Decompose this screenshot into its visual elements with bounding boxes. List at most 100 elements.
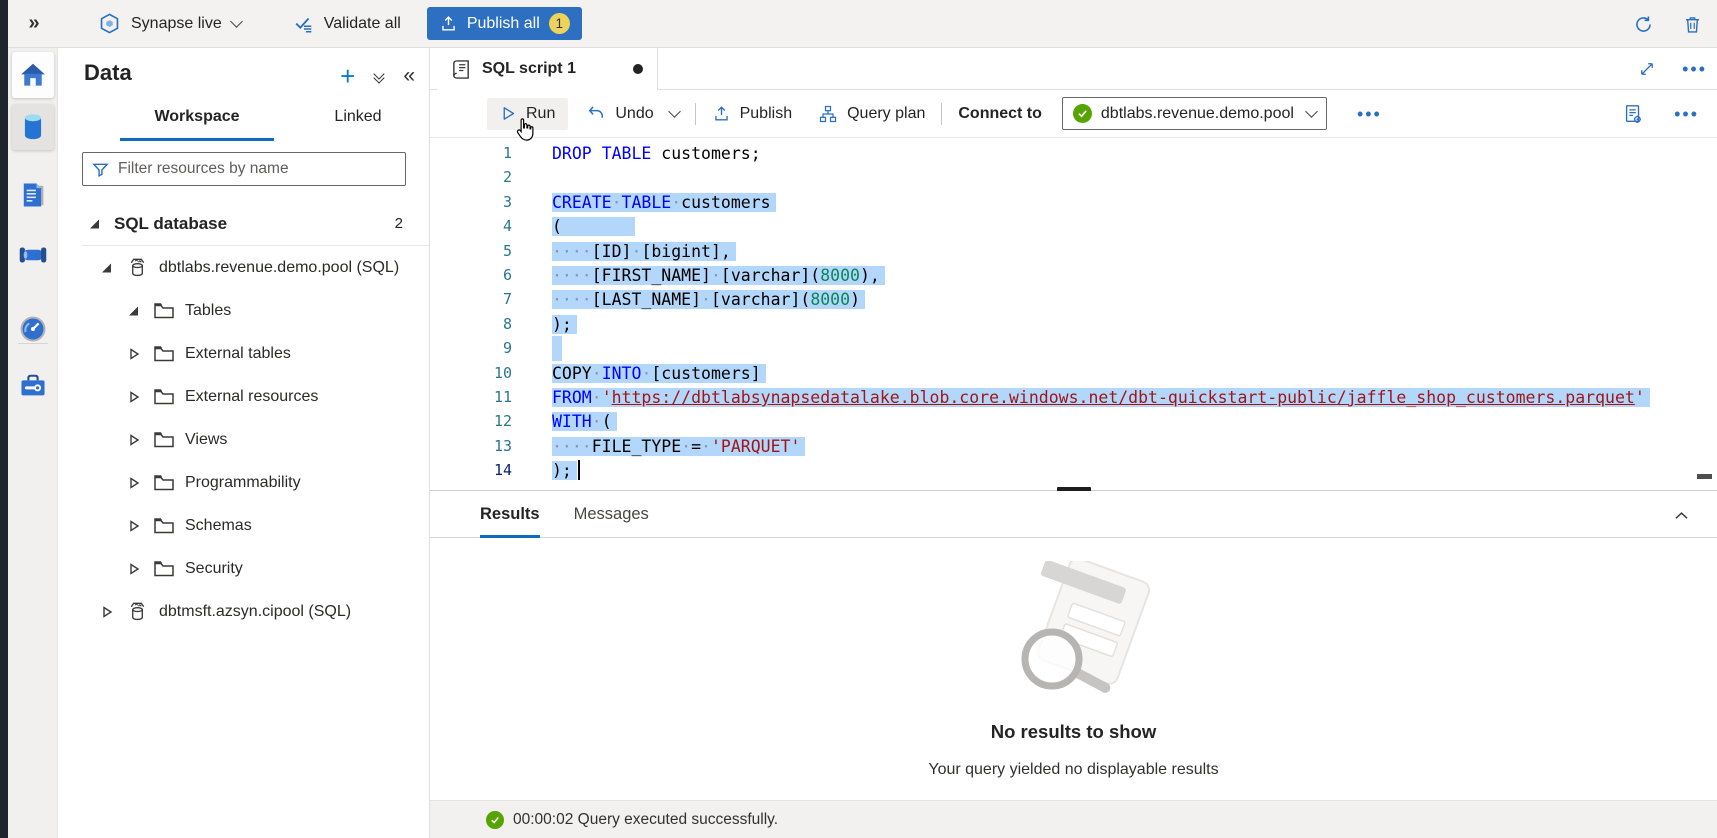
line-number: 3 — [430, 190, 512, 215]
tab-sql-script-1[interactable]: SQL script 1 — [437, 48, 658, 90]
code-line-1[interactable]: 1DROP TABLE customers; — [430, 141, 1717, 166]
document-icon — [19, 180, 47, 210]
tree-item-sql-database[interactable]: SQL database2 — [58, 202, 429, 245]
nav-integrate-button[interactable] — [12, 232, 54, 278]
tab-linked[interactable]: Linked — [298, 108, 418, 138]
tree-item-tables[interactable]: Tables — [58, 289, 429, 332]
code-line-9[interactable]: 9 — [430, 336, 1717, 361]
tree-item-dbtlabs-revenue-demo-pool-sql[interactable]: dbtlabs.revenue.demo.pool (SQL) — [58, 246, 429, 289]
code-line-11[interactable]: 11FROM·'https://dbtlabsynapsedatalake.bl… — [430, 385, 1717, 410]
tree-item-external-tables[interactable]: External tables — [58, 332, 429, 375]
tree-item-label: dbtmsft.azsyn.cipool (SQL) — [159, 603, 351, 621]
add-resource-button[interactable]: + — [340, 66, 355, 86]
folder-icon — [153, 344, 175, 363]
nav-monitor-button[interactable] — [12, 306, 54, 352]
tree-item-dbtmsft-azsyn-cipool-sql[interactable]: dbtmsft.azsyn.cipool (SQL) — [58, 590, 429, 633]
selection-highlight: WITH·( — [552, 412, 617, 431]
pool-dropdown[interactable]: dbtlabs.revenue.demo.pool — [1062, 97, 1327, 130]
twistie-collapsed-icon[interactable] — [127, 391, 141, 403]
run-label: Run — [526, 105, 555, 123]
line-number: 14 — [430, 458, 512, 483]
publish-button[interactable]: Publish — [712, 104, 792, 123]
sql-pool-icon — [126, 600, 149, 623]
code-line-14[interactable]: 14); — [430, 458, 1717, 483]
collapse-panel-icon[interactable]: « — [403, 64, 415, 88]
twistie-expanded-icon[interactable] — [100, 262, 114, 274]
code-line-7[interactable]: 7····[LAST_NAME]·[varchar](8000) — [430, 287, 1717, 312]
data-panel: Data + « Workspace Linked SQL database2d… — [58, 48, 430, 838]
left-nav-rail — [8, 48, 58, 838]
undo-dropdown-chevron[interactable] — [668, 105, 681, 118]
tab-results[interactable]: Results — [480, 491, 540, 538]
code-line-12[interactable]: 12WITH·( — [430, 409, 1717, 434]
undo-button[interactable]: Undo — [586, 104, 653, 124]
window-edge-stripe — [0, 0, 8, 838]
synapse-studio-window: » Synapse live Validate all Publish all … — [0, 0, 1717, 838]
toolbar-more-icon[interactable]: ••• — [1357, 109, 1382, 119]
expand-rail-button[interactable]: » — [8, 12, 60, 35]
selection-highlight: COPY·INTO·[customers] — [552, 364, 766, 383]
nav-home-button[interactable] — [12, 52, 54, 98]
collapse-all-icon[interactable] — [375, 70, 383, 82]
code-line-8[interactable]: 8); — [430, 312, 1717, 337]
main-pane: SQL script 1 ••• Run — [430, 48, 1717, 838]
tree-item-label: dbtlabs.revenue.demo.pool (SQL) — [159, 259, 399, 277]
code-text: ); — [552, 458, 580, 483]
top-command-bar: » Synapse live Validate all Publish all … — [8, 0, 1717, 48]
tab-workspace[interactable]: Workspace — [120, 108, 274, 138]
code-text: ); — [552, 312, 577, 337]
twistie-expanded-icon[interactable] — [88, 218, 102, 230]
code-text: WITH·( — [552, 409, 617, 434]
twistie-collapsed-icon[interactable] — [127, 434, 141, 446]
tab-messages[interactable]: Messages — [574, 491, 649, 538]
line-number: 5 — [430, 239, 512, 264]
filter-resources-input[interactable] — [118, 160, 397, 178]
code-line-3[interactable]: 3CREATE·TABLE·customers — [430, 190, 1717, 215]
undo-label: Undo — [615, 105, 653, 123]
selection-highlight: ····[ID]·[bigint], — [552, 242, 736, 261]
environment-selector[interactable]: Synapse live — [98, 12, 241, 35]
nav-manage-button[interactable] — [12, 362, 54, 408]
code-line-2[interactable]: 2 — [430, 165, 1717, 190]
line-number: 7 — [430, 287, 512, 312]
twistie-expanded-icon[interactable] — [127, 305, 141, 317]
twistie-collapsed-icon[interactable] — [127, 520, 141, 532]
toolbar-overflow-icon[interactable]: ••• — [1674, 109, 1699, 119]
properties-icon[interactable] — [1622, 103, 1644, 125]
tree-item-security[interactable]: Security — [58, 547, 429, 590]
run-button[interactable]: Run — [487, 98, 568, 130]
twistie-collapsed-icon[interactable] — [100, 606, 114, 618]
line-number: 9 — [430, 336, 512, 361]
code-line-10[interactable]: 10COPY·INTO·[customers] — [430, 361, 1717, 386]
code-line-5[interactable]: 5 ····[ID]·[bigint], — [430, 239, 1717, 264]
query-plan-icon — [818, 104, 838, 124]
publish-all-button[interactable]: Publish all 1 — [427, 7, 582, 40]
twistie-collapsed-icon[interactable] — [127, 563, 141, 575]
tree-item-programmability[interactable]: Programmability — [58, 461, 429, 504]
refresh-icon[interactable] — [1633, 14, 1654, 35]
nav-data-button[interactable] — [12, 104, 54, 150]
code-text: DROP TABLE customers; — [552, 141, 761, 166]
expand-editor-icon[interactable] — [1638, 60, 1656, 78]
code-line-6[interactable]: 6····[FIRST_NAME]·[varchar](8000), — [430, 263, 1717, 288]
toolbar-divider — [695, 103, 696, 125]
validate-all-button[interactable]: Validate all — [293, 13, 401, 35]
folder-icon — [153, 301, 175, 320]
tab-more-actions-icon[interactable]: ••• — [1682, 64, 1707, 74]
collapse-results-icon[interactable] — [1672, 506, 1691, 525]
tree-item-schemas[interactable]: Schemas — [58, 504, 429, 547]
twistie-collapsed-icon[interactable] — [127, 477, 141, 489]
code-line-4[interactable]: 4( — [430, 214, 1717, 239]
results-pane: Results Messages No r — [430, 491, 1717, 838]
twistie-collapsed-icon[interactable] — [127, 348, 141, 360]
toolbar-divider — [941, 103, 942, 125]
code-text: ····[FIRST_NAME]·[varchar](8000), — [552, 263, 885, 288]
sql-pool-icon — [126, 256, 149, 279]
trash-icon[interactable] — [1682, 14, 1703, 35]
code-line-13[interactable]: 13····FILE_TYPE·=·'PARQUET' — [430, 434, 1717, 459]
nav-develop-button[interactable] — [12, 172, 54, 218]
query-plan-button[interactable]: Query plan — [818, 104, 925, 124]
tree-item-external-resources[interactable]: External resources — [58, 375, 429, 418]
sql-code-editor[interactable]: 1DROP TABLE customers;23CREATE·TABLE·cus… — [430, 138, 1717, 490]
tree-item-views[interactable]: Views — [58, 418, 429, 461]
